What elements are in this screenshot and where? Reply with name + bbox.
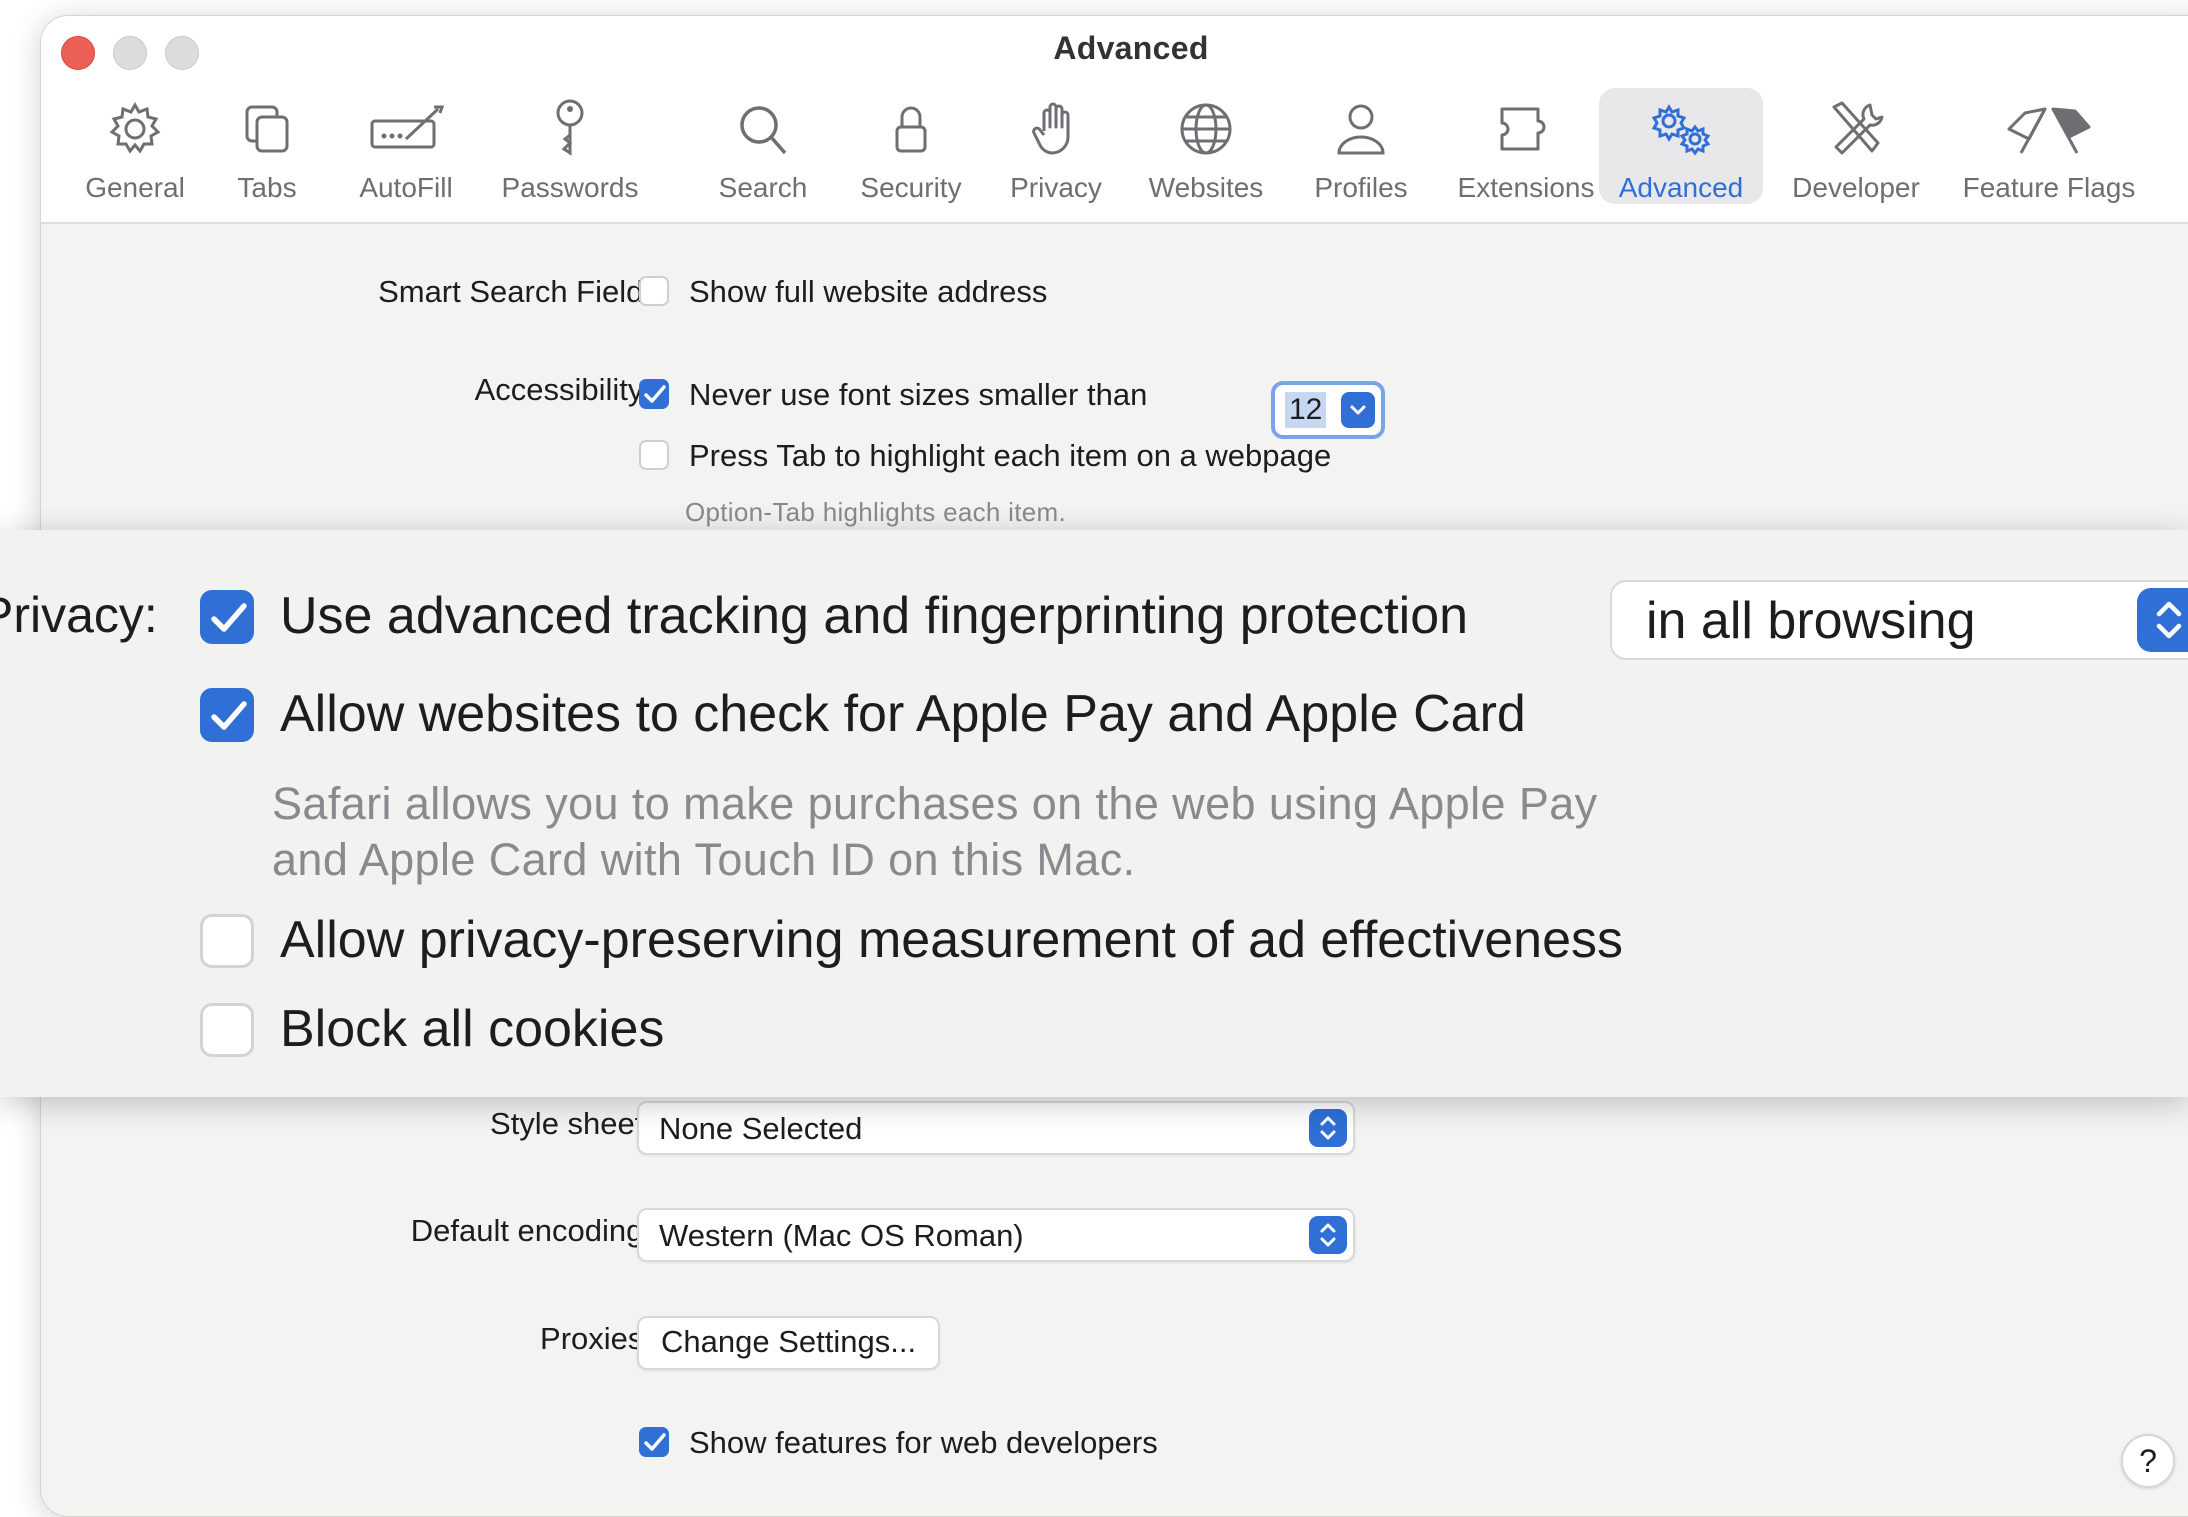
- apple-pay-text: Allow websites to check for Apple Pay an…: [280, 685, 1526, 743]
- tab-advanced[interactable]: Advanced: [1599, 88, 1763, 204]
- gear-icon: [75, 98, 195, 160]
- press-tab-checkbox[interactable]: [639, 440, 669, 470]
- tracking-protection-text: Use advanced tracking and fingerprinting…: [280, 587, 1469, 645]
- tabs-icon: [217, 98, 317, 160]
- tab-label: Search: [718, 172, 808, 203]
- autofill-icon: [341, 98, 471, 160]
- tab-tabs[interactable]: Tabs: [217, 88, 317, 204]
- tab-passwords[interactable]: Passwords: [485, 88, 655, 204]
- tab-feature-flags[interactable]: Feature Flags: [1939, 88, 2159, 204]
- window-title: Advanced: [1053, 30, 1209, 66]
- popup-arrows-icon: [2137, 588, 2188, 652]
- person-icon: [1291, 98, 1431, 160]
- style-sheet-value: None Selected: [659, 1111, 863, 1146]
- checkmark-icon: [644, 1433, 666, 1451]
- accessibility-label: Accessibility:: [474, 372, 652, 407]
- tab-label: Websites: [1148, 172, 1264, 203]
- tab-label: Advanced: [1618, 172, 1744, 203]
- tab-profiles[interactable]: Profiles: [1291, 88, 1431, 204]
- font-size-combo[interactable]: 12: [1271, 381, 1385, 439]
- tab-search[interactable]: Search: [693, 88, 833, 204]
- tab-label: Profiles: [1314, 172, 1408, 203]
- press-tab-text: Press Tab to highlight each item on a we…: [689, 438, 1332, 473]
- apple-pay-checkbox[interactable]: [200, 688, 254, 742]
- tab-label: AutoFill: [359, 172, 453, 203]
- checkmark-icon: [644, 385, 666, 403]
- tab-label: Passwords: [501, 172, 639, 203]
- puzzle-icon: [1436, 98, 1616, 160]
- apple-pay-hint-line-2: and Apple Card with Touch ID on this Mac…: [272, 834, 1136, 885]
- proxies-label: Proxies:: [540, 1321, 652, 1356]
- globe-icon: [1131, 98, 1281, 160]
- lock-icon: [841, 98, 981, 160]
- show-developer-features-text: Show features for web developers: [689, 1425, 1158, 1460]
- block-cookies-checkbox[interactable]: [200, 1003, 254, 1057]
- tracking-scope-value: in all browsing: [1646, 592, 1976, 650]
- popup-arrows-icon: [1309, 1216, 1347, 1254]
- change-settings-button[interactable]: Change Settings...: [637, 1316, 941, 1370]
- ad-measurement-checkbox[interactable]: [200, 914, 254, 968]
- tab-security[interactable]: Security: [841, 88, 981, 204]
- style-sheet-popup[interactable]: None Selected: [637, 1101, 1355, 1155]
- tab-websites[interactable]: Websites: [1131, 88, 1281, 204]
- tab-label: Privacy: [1010, 172, 1102, 203]
- font-size-value[interactable]: 12: [1285, 392, 1327, 428]
- ad-measurement-text: Allow privacy-preserving measurement of …: [280, 911, 1623, 969]
- show-developer-features-checkbox[interactable]: [639, 1427, 669, 1457]
- min-font-size-checkbox[interactable]: [639, 379, 669, 409]
- min-font-size-text: Never use font sizes smaller than: [689, 377, 1148, 412]
- option-tab-hint: Option-Tab highlights each item.: [685, 497, 1067, 527]
- chevron-down-icon: [1350, 405, 1366, 415]
- tab-privacy[interactable]: Privacy: [986, 88, 1126, 204]
- tab-developer[interactable]: Developer: [1776, 88, 1936, 204]
- font-size-dropdown-button[interactable]: [1341, 392, 1375, 428]
- tab-label: Extensions: [1457, 172, 1595, 203]
- show-full-address-text: Show full website address: [689, 274, 1048, 309]
- tab-extensions[interactable]: Extensions: [1436, 88, 1616, 204]
- apple-pay-hint-line-1: Safari allows you to make purchases on t…: [272, 778, 1598, 829]
- privacy-label: Privacy:: [0, 587, 158, 643]
- default-encoding-label: Default encoding:: [410, 1213, 652, 1248]
- tab-general[interactable]: General: [75, 88, 195, 204]
- search-icon: [693, 98, 833, 160]
- tools-icon: [1776, 98, 1936, 160]
- tab-label: Feature Flags: [1962, 172, 2136, 203]
- tab-label: Security: [860, 172, 962, 203]
- show-full-address-checkbox[interactable]: [639, 276, 669, 306]
- preferences-toolbar: General Tabs AutoFill Passwords Search S…: [41, 88, 2188, 218]
- block-cookies-text: Block all cookies: [280, 1000, 665, 1058]
- key-icon: [485, 98, 655, 160]
- tab-label: General: [85, 172, 185, 203]
- checkmark-icon: [211, 701, 247, 730]
- tracking-scope-popup[interactable]: in all browsing: [1610, 580, 2188, 660]
- titlebar: Advanced General Tabs AutoFill Passwords…: [41, 16, 2188, 224]
- checkmark-icon: [211, 603, 247, 632]
- default-encoding-value: Western (Mac OS Roman): [659, 1218, 1024, 1253]
- privacy-section-zoom: Privacy: Use advanced tracking and finge…: [0, 530, 2188, 1097]
- style-sheet-label: Style sheet:: [490, 1106, 652, 1141]
- flags-icon: [1939, 98, 2159, 160]
- tab-label: Developer: [1792, 172, 1920, 203]
- hand-icon: [986, 98, 1126, 160]
- smart-search-label: Smart Search Field:: [378, 274, 652, 309]
- tab-label: Tabs: [237, 172, 297, 203]
- popup-arrows-icon: [1309, 1109, 1347, 1147]
- gears-icon: [1599, 98, 1763, 160]
- tab-autofill[interactable]: AutoFill: [341, 88, 471, 204]
- tracking-protection-checkbox[interactable]: [200, 590, 254, 644]
- default-encoding-popup[interactable]: Western (Mac OS Roman): [637, 1208, 1355, 1262]
- help-button[interactable]: ?: [2121, 1434, 2175, 1488]
